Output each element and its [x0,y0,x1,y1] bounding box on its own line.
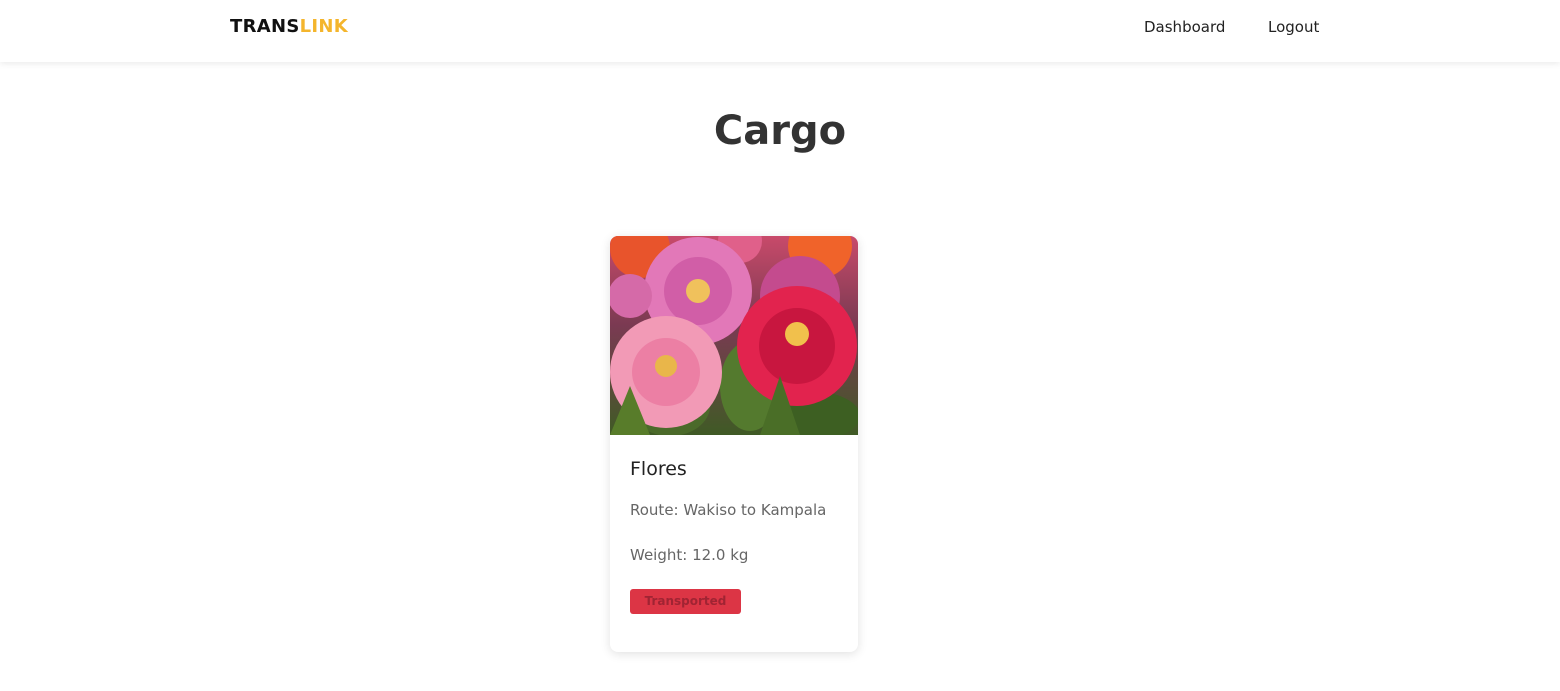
flowers-photo-icon [610,236,858,435]
cargo-route: Route: Wakiso to Kampala [630,501,827,519]
brand-logo-part2: LINK [299,16,348,37]
brand-logo-part1: TRANS [230,16,300,37]
page-title: Cargo [713,108,847,154]
cargo-weight: Weight: 12.0 kg [630,546,749,564]
brand-logo[interactable]: TRANSLINK [230,16,348,37]
nav-dashboard-link[interactable]: Dashboard [1144,18,1225,36]
status-badge: Transported [630,589,741,614]
cargo-card[interactable]: Flores Route: Wakiso to Kampala Weight: … [610,236,858,652]
nav-logout-link[interactable]: Logout [1268,18,1319,36]
top-navbar: TRANSLINK Dashboard Logout [0,0,1560,62]
cargo-name: Flores [630,458,687,480]
